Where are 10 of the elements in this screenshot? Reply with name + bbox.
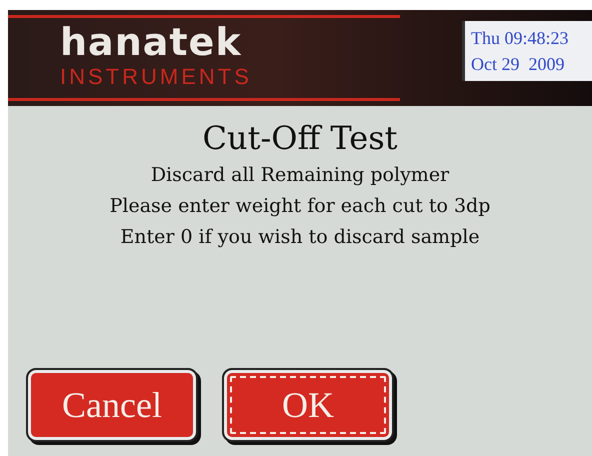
clock-time: Thu 09:48:23 (471, 27, 570, 50)
screen-title: Cut-Off Test (202, 118, 398, 159)
logo-text: hanatek (59, 22, 243, 62)
instruction-text: Please enter weight for each cut to 3dp (110, 194, 490, 219)
instruction-text: Enter 0 if you wish to discard sample (120, 225, 480, 250)
instruction-text: Discard all Remaining polymer (150, 163, 450, 188)
clock-date: Oct 29 2009 (471, 53, 566, 76)
cancel-button[interactable]: Cancel (26, 368, 198, 442)
ok-button[interactable]: OK (222, 368, 394, 442)
logo-subtitle: INSTRUMENTS (59, 66, 253, 88)
